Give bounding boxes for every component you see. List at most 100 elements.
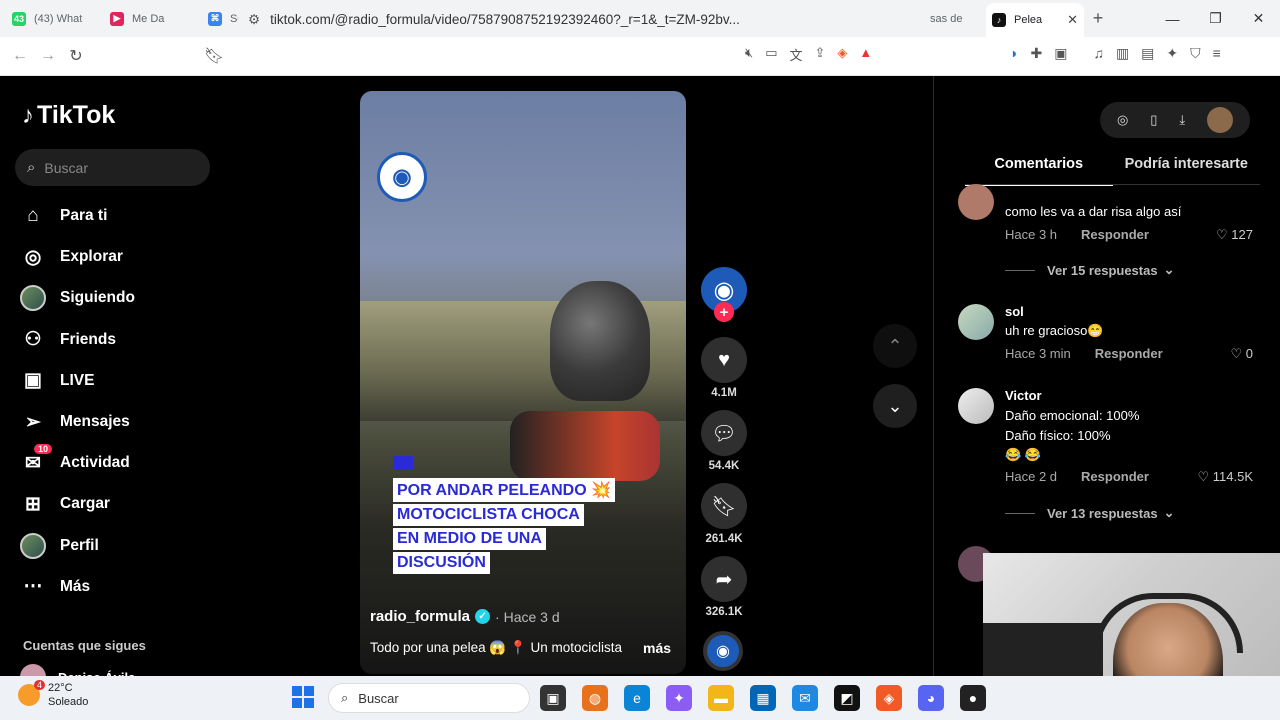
tiktok-icon: ♪ [992,13,1006,27]
chevron-down-icon: ⌄ [1163,505,1175,520]
sidebar-item-label: Mensajes [60,413,130,430]
comment-action[interactable]: 💬︎ 54.4K [701,410,747,472]
start-icon[interactable] [292,686,314,708]
avatar[interactable] [958,304,994,340]
share-action[interactable]: ➦ 326.1K [701,556,747,618]
like-action[interactable]: ♥ 4.1M [701,337,747,399]
menu-icon[interactable]: ≡ [1213,45,1221,62]
app-icon[interactable]: ● [960,685,986,711]
tab-comments[interactable]: Comentarios [965,156,1113,186]
reply-button[interactable]: Responder [1095,346,1163,361]
comment-likes[interactable]: ♡ 114.5K [1197,469,1253,485]
media-icon[interactable]: ♫ [1093,45,1104,62]
app-icon[interactable]: ◍ [582,685,608,711]
phone-icon[interactable]: ▯ [1150,112,1157,128]
app-icon[interactable]: ◩ [834,685,860,711]
browser-tab[interactable]: ▶ Me Da [104,4,202,34]
tab-related[interactable]: Podría interesarte [1113,156,1261,186]
restore-icon[interactable]: ❐ [1194,0,1237,37]
sidebar-item-friends[interactable]: ⚇ Friends [20,327,116,353]
avatar[interactable] [958,388,994,424]
sidebar-item-parati[interactable]: ⌂ Para ti [20,203,107,229]
music-disc-icon[interactable]: ◉ [703,631,743,671]
chevron-up-icon[interactable]: ⌃ [873,324,917,368]
forward-icon[interactable]: → [34,47,62,65]
sidebar-icon[interactable]: ▥ [1116,45,1129,62]
close-window-icon[interactable]: ✕ [1237,0,1280,37]
leo-icon[interactable]: ✦ [1166,45,1178,62]
brave-shield-icon[interactable]: ◈ [837,45,847,64]
edge-icon[interactable]: e [624,685,650,711]
sidebar-item-perfil[interactable]: Perfil [20,532,99,559]
discord-icon[interactable]: ◕ [918,685,944,711]
mail-icon[interactable]: ✉ [792,685,818,711]
comment-author[interactable]: sol [1005,304,1024,319]
video-author[interactable]: radio_formula ✓ · Hace 3 d [370,608,560,625]
store-icon[interactable]: ▦ [750,685,776,711]
comment-likes[interactable]: ♡ 127 [1216,227,1253,243]
follow-plus-icon[interactable]: + [714,302,734,322]
compass-icon[interactable]: ◎ [1117,112,1128,128]
reply-button[interactable]: Responder [1081,469,1149,484]
sidebar-item-live[interactable]: ▣ LIVE [20,368,94,394]
avatar[interactable] [958,184,994,220]
site-info-icon[interactable]: ⚙ [248,12,260,28]
sidebar-item-actividad[interactable]: ✉ 10 Actividad [20,444,130,476]
more-link[interactable]: más [643,640,671,656]
file-explorer-icon[interactable]: ▬ [708,685,734,711]
back-icon[interactable]: ← [6,47,34,65]
sidebar-item-cargar[interactable]: ⊞ Cargar [20,491,110,517]
comment-author[interactable]: Victor [1005,388,1042,403]
brave-rewards-icon[interactable]: ▲ [859,45,872,64]
bookmark-icon[interactable]: 🔖︎ [701,483,747,529]
share-arrow-icon[interactable]: ➦ [701,556,747,602]
heart-icon[interactable]: ♥ [701,337,747,383]
brave-icon[interactable]: ◈ [876,685,902,711]
panel-tabs: Comentarios Podría interesarte [965,156,1260,186]
tiktok-logo[interactable]: ♪ TikTok [22,101,115,130]
address-bar[interactable]: ⚙ tiktok.com/@radio_formula/video/758790… [238,5,930,34]
save-action[interactable]: 🔖︎ 261.4K [701,483,747,545]
cast-icon[interactable]: ▭ [765,45,777,64]
close-tab-icon[interactable]: ✕ [1067,12,1078,28]
copilot-icon[interactable]: ✦ [666,685,692,711]
comment-likes[interactable]: ♡ 0 [1230,346,1253,362]
avatar[interactable] [1207,107,1234,133]
headphones [1093,593,1243,653]
like-count: 114.5K [1212,469,1253,484]
extensions-icon[interactable]: ✚ [1030,45,1042,62]
sidebar-item-explorar[interactable]: ◎ Explorar [20,244,123,270]
browser-tab[interactable]: 43 (43) What [6,4,104,34]
minimize-icon[interactable]: — [1151,0,1194,37]
caption-line: DISCUSIÓN [393,552,490,574]
video-player[interactable]: ◉ POR ANDAR PELEANDO 💥 MOTOCICLISTA CHOC… [360,91,686,674]
view-replies-button[interactable]: Ver 13 respuestas ⌄ [1005,505,1174,521]
comment-icon[interactable]: 💬︎ [701,410,747,456]
wallet-icon[interactable]: ▤ [1141,45,1154,62]
translate-icon[interactable]: 文 [790,45,803,64]
friends-icon: ⚇ [24,329,42,351]
mute-icon[interactable]: 🔇︎ [745,45,753,64]
author-name[interactable]: radio_formula [370,608,470,625]
task-view-icon[interactable]: ▣ [540,685,566,711]
vpn-icon[interactable]: ⛉ [1190,45,1201,62]
chevron-down-icon[interactable]: ⌄ [873,384,917,428]
download-icon[interactable]: ⤓ [1179,112,1185,128]
audio-wave-icon[interactable]: ◗ [1010,45,1018,62]
view-replies-button[interactable]: Ver 15 respuestas ⌄ [1005,262,1174,278]
weather-widget[interactable]: 4 22°C Soleado [18,680,88,709]
browser-tab[interactable]: ♪ Pelea ✕ [986,3,1084,37]
reload-icon[interactable]: ↻ [62,46,90,66]
screenshot-icon[interactable]: ▣ [1054,45,1067,62]
sidebar-item-ms[interactable]: ⋯ Más [20,574,91,600]
taskbar-search[interactable]: ⌕ Buscar [328,683,530,713]
sidebar-item-siguiendo[interactable]: Siguiendo [20,285,135,312]
divider [1005,269,1035,271]
share-icon[interactable]: ⇪ [815,45,826,64]
bookmark-icon[interactable]: 🔖︎ [200,46,228,66]
search-placeholder: Buscar [44,159,88,176]
new-tab-icon[interactable]: + [1084,8,1112,29]
search-input[interactable]: ⌕ Buscar [15,149,210,186]
sidebar-item-mensajes[interactable]: ➢ Mensajes [20,409,130,435]
reply-button[interactable]: Responder [1081,227,1149,242]
